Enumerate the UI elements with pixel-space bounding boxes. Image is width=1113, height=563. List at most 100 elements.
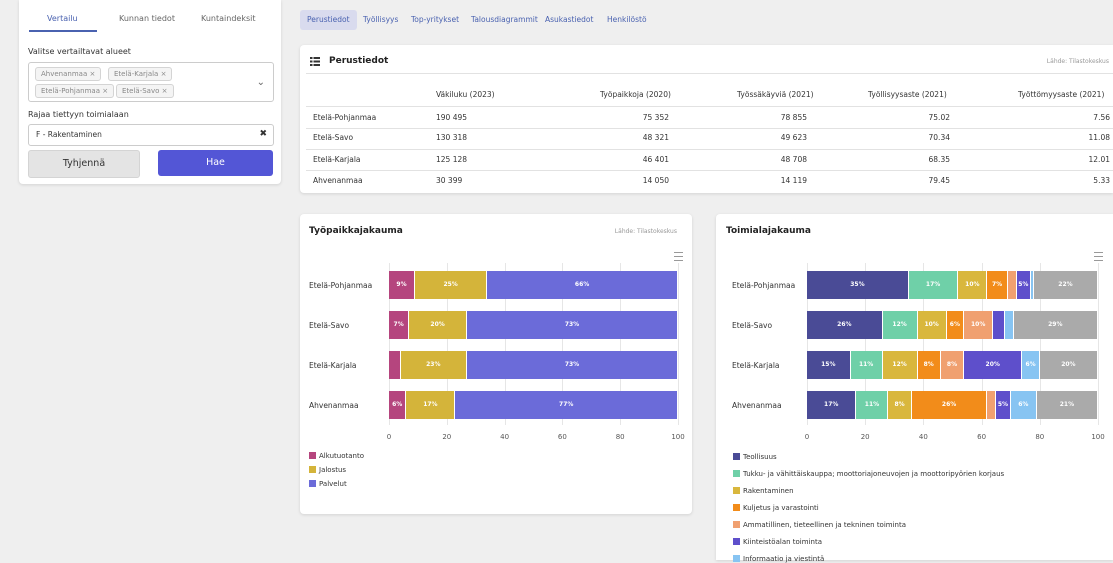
legend-swatch [309,466,316,473]
data-label: 10% [924,321,939,328]
bar-segment: 11% [856,391,888,419]
col-header: Väkiluku (2023) [436,90,495,99]
data-label: 8% [923,361,934,368]
tag-remove-icon[interactable]: × [89,70,95,78]
legend-swatch [733,504,740,511]
data-label: 25% [443,281,458,288]
category-label: Etelä-Pohjanmaa [732,281,796,290]
x-tick-label: 40 [918,433,928,441]
category-label: Etelä-Karjala [732,361,780,370]
data-label: 22% [1058,281,1073,288]
tag-remove-icon[interactable]: × [162,87,168,95]
bar-segment: 11% [850,351,882,379]
tab-perustiedot[interactable]: Perustiedot [300,10,357,30]
bar-segment: 26% [911,391,987,419]
legend-label: Tukku- ja vähittäiskauppa; moottoriajone… [743,470,1005,478]
industry-filter-label: Rajaa tiettyyn toimialaan [28,110,129,119]
legend-swatch [733,521,740,528]
legend-item: Rakentaminen [733,487,794,495]
legend-label: Alkutuotanto [319,452,364,460]
category-label: Etelä-Pohjanmaa [309,281,373,290]
data-label: 73% [564,321,580,328]
x-tick-label: 0 [386,433,392,441]
data-label: 5% [997,401,1008,408]
region-multiselect[interactable]: Ahvenanmaa × Etelä-Karjala × Etelä-Pohja… [28,62,274,102]
bar-segment: 10% [958,271,987,299]
bar-segment: 9% [389,271,414,299]
legend-item: Jalostus [309,466,346,474]
category-label: Ahvenanmaa [732,401,782,410]
tab-kunnan-tiedot[interactable]: Kunnan tiedot [119,14,175,23]
col-header: Työllisyysaste (2021) [868,90,947,99]
x-tick-label: 0 [804,433,810,441]
legend-label: Informaatio ja viestintä [743,555,825,563]
region-tag[interactable]: Etelä-Pohjanmaa × [35,84,115,98]
tab-top-yritykset[interactable]: Top-yritykset [404,10,466,30]
x-tick-label: 20 [442,433,452,441]
bar-segment: 66% [487,271,677,299]
data-label: 23% [426,361,441,368]
bar-segment: 17% [406,391,455,419]
search-button[interactable]: Hae [158,150,273,176]
data-label: 66% [574,281,590,288]
col-header: Työssäkäyviä (2021) [737,90,814,99]
table-icon [310,57,320,66]
tab-henkilosto[interactable]: Henkilöstö [600,10,654,30]
industry-chart-plot: 0 20 40 60 80 100 Etelä-Pohjanmaa 35% 17% 10% 7% 5%… [716,214,1113,563]
data-label: 20% [1061,361,1076,368]
category-label: Etelä-Savo [732,321,773,330]
industry-distribution-card: Toimialajakauma 0 20 40 60 80 100 Etelä-Pohjan… [716,214,1113,563]
bar-segment: 6% [946,311,964,339]
legend-label: Jalostus [319,466,347,474]
bar-segment: 20% [1039,351,1097,379]
data-label: 73% [564,361,580,368]
bar-segment: 7% [389,311,409,339]
table-title: Perustiedot [329,56,389,66]
tag-remove-icon[interactable]: × [102,87,108,95]
tab-tyollisyys[interactable]: Työllisyys [356,10,405,30]
data-label: 11% [858,361,874,368]
gridline [1098,263,1099,425]
chevron-down-icon[interactable]: ⌄ [257,77,265,88]
region-tag[interactable]: Etelä-Savo × [116,84,174,98]
bar-segment: 29% [1013,311,1097,339]
data-label: 6% [1025,361,1036,368]
data-label: 11% [864,401,880,408]
data-label: 7% [393,321,404,328]
clear-button[interactable]: Tyhjennä [28,150,140,178]
tab-kuntaindeksit[interactable]: Kuntaindeksit [201,14,255,23]
bar-segment: 15% [807,351,850,379]
tab-vertailu[interactable]: Vertailu [47,14,78,23]
bar-segment: 25% [415,271,487,299]
legend-swatch [733,555,740,562]
bar-segment: 73% [467,351,677,379]
industry-select[interactable]: F - Rakentaminen ✖ [28,124,274,146]
tab-asukastiedot[interactable]: Asukastiedot [538,10,600,30]
region-tag[interactable]: Ahvenanmaa × [35,67,102,81]
bar-segment: 77% [455,391,677,419]
legend-item: Teollisuus [733,453,777,461]
category-label: Ahvenanmaa [309,401,359,410]
industry-select-value: F - Rakentaminen [36,130,102,139]
bar-segment: 22% [1033,271,1097,299]
data-label: 8% [894,401,905,408]
bar-segment [389,351,400,379]
legend-item: Tukku- ja vähittäiskauppa; moottoriajone… [733,470,1004,478]
tab-talousdiagrammit[interactable]: Talousdiagrammit [464,10,545,30]
bar-segment [987,391,996,419]
clear-icon[interactable]: ✖ [259,129,267,139]
tag-remove-icon[interactable]: × [161,70,167,78]
legend-item: Kuljetus ja varastointi [733,504,819,512]
x-tick-label: 40 [500,433,510,441]
legend-swatch [733,453,740,460]
data-label: 35% [850,281,865,288]
data-label: 21% [1059,401,1075,408]
category-label: Etelä-Karjala [309,361,357,370]
bar-segment: 21% [1036,391,1097,419]
legend-label: Kiinteistöalan toiminta [743,538,822,546]
data-label: 26% [837,321,852,328]
bar-segment: 5% [1016,271,1031,299]
region-tag[interactable]: Etelä-Karjala × [108,67,173,81]
active-tab-indicator [29,30,97,32]
jobs-distribution-card: Työpaikkajakauma Lähde: Tilastokeskus 02… [300,214,692,514]
